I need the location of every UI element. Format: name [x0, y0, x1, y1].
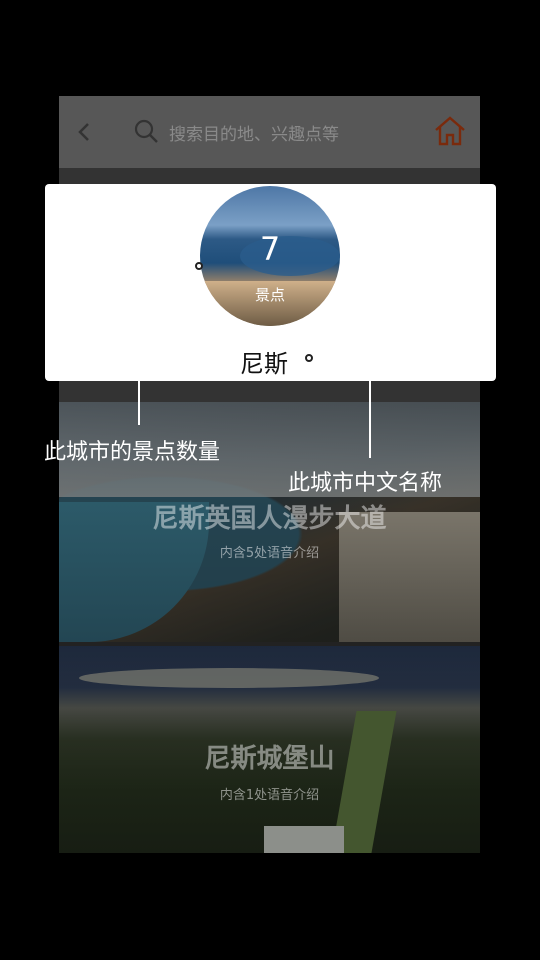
attraction-card[interactable]: 尼斯城堡山 内含1处语音介绍: [59, 646, 480, 853]
name-annotation: 此城市中文名称: [288, 471, 443, 496]
callout-line: [369, 358, 371, 458]
city-cover-image[interactable]: 7 景点: [200, 186, 340, 326]
callout-line: [313, 358, 371, 360]
search-input[interactable]: 搜索目的地、兴趣点等: [169, 120, 339, 145]
attraction-count-label: 景点: [254, 286, 285, 304]
card-image-house: [264, 826, 344, 853]
home-icon[interactable]: [433, 114, 467, 148]
callout-dot: [195, 262, 203, 270]
callout-line: [138, 265, 200, 267]
card-image-spit: [79, 668, 379, 688]
search-icon[interactable]: [133, 118, 159, 144]
attraction-count: 7: [259, 230, 281, 268]
count-annotation: 此城市的景点数量: [44, 440, 221, 465]
attraction-subtitle: 内含1处语音介绍: [219, 788, 320, 803]
top-bar: 搜索目的地、兴趣点等: [59, 96, 480, 168]
callout-dot: [305, 354, 313, 362]
city-name: 尼斯: [240, 350, 288, 378]
attraction-subtitle: 内含5处语音介绍: [219, 546, 320, 561]
attraction-title: 尼斯英国人漫步大道: [152, 504, 387, 534]
attraction-title: 尼斯城堡山: [204, 744, 335, 774]
callout-line: [138, 265, 140, 425]
back-arrow-icon[interactable]: [71, 118, 99, 146]
